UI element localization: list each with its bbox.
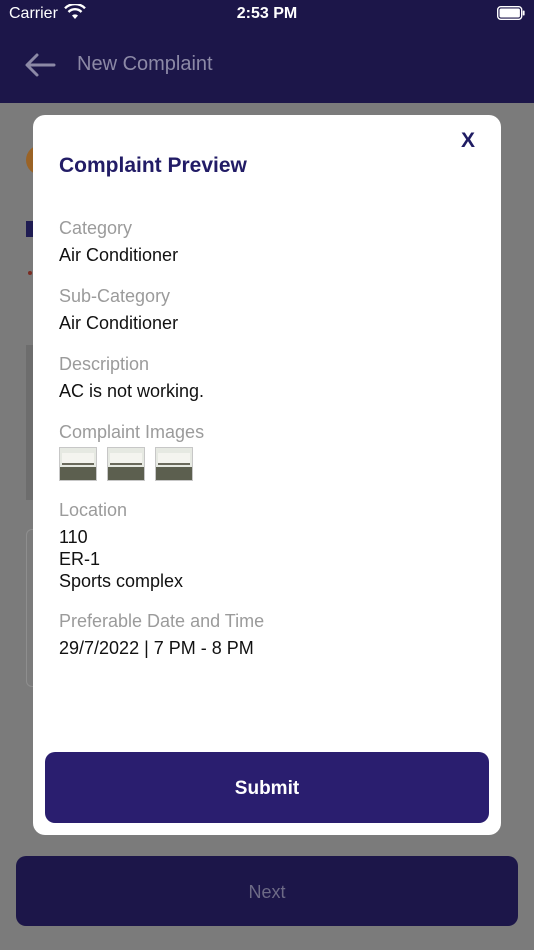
complaint-image-thumbnail[interactable] <box>155 447 193 481</box>
next-button[interactable]: Next <box>16 856 518 926</box>
page-title: New Complaint <box>77 53 213 75</box>
category-label: Category <box>59 218 133 238</box>
complaint-image-thumbnail[interactable] <box>107 447 145 481</box>
description-label: Description <box>59 354 150 374</box>
description-value: AC is not working. <box>59 381 205 401</box>
location-value: 110 ER-1 Sports complex <box>59 526 183 592</box>
nav-bar: New Complaint <box>0 28 534 103</box>
complaint-preview-modal: X Complaint Preview Category Air Conditi… <box>33 115 501 835</box>
complaint-image-thumbnail[interactable] <box>59 447 97 481</box>
location-line: Sports complex <box>59 571 184 591</box>
clock: 2:53 PM <box>236 5 298 22</box>
close-icon[interactable]: X <box>461 129 475 153</box>
modal-title: Complaint Preview <box>59 154 247 177</box>
sub-category-value: Air Conditioner <box>59 313 179 333</box>
battery-icon <box>497 6 525 20</box>
complaint-images-label: Complaint Images <box>59 422 205 442</box>
location-line: ER-1 <box>59 549 101 569</box>
category-value: Air Conditioner <box>59 245 179 265</box>
preferable-time-value: 29/7/2022 | 7 PM - 8 PM <box>59 638 254 658</box>
location-line: 110 <box>59 527 88 547</box>
bullet-dot <box>28 271 32 275</box>
status-bar: Carrier 2:53 PM <box>0 0 534 28</box>
complaint-images <box>59 447 193 481</box>
preferable-time-label: Preferable Date and Time <box>59 611 265 631</box>
back-arrow-icon[interactable] <box>24 52 56 78</box>
location-label: Location <box>59 500 128 520</box>
sub-category-label: Sub-Category <box>59 286 171 306</box>
submit-button[interactable]: Submit <box>45 752 489 823</box>
